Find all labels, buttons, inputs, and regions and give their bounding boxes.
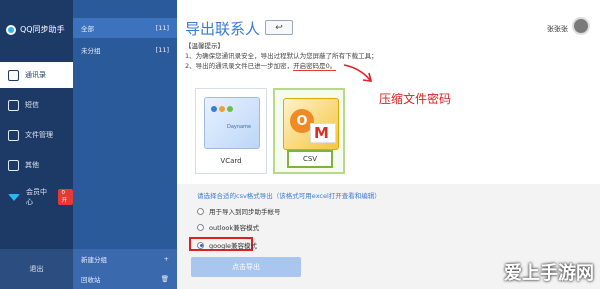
vcard-dot-icon [219,106,225,112]
radio-button[interactable] [197,241,204,249]
tip-line-2: 2、导出的通讯录文件已进一步加密，开启密码是0。 [185,60,337,71]
option-sync-account[interactable]: 用于导入到同步助手帐号 [197,206,281,216]
message-icon [8,99,19,111]
sidebar-item-label: 文件管理 [25,131,53,139]
csv-outlook-gmail-icon: O M [283,98,339,150]
annotation-arrow-icon [343,64,373,82]
tip-line-2-text: 2、导出的通讯录文件已进一步加密， [185,62,294,70]
sidebar-item-label: 会员中心 [26,188,47,206]
gmail-icon: M [310,123,336,143]
new-group-button[interactable]: 新建分组 + [73,249,177,269]
sidebar: QQ同步助手 通讯录 短信 文件管理 其他 会员中心 0开 退出 [0,0,73,289]
option-google[interactable]: google兼容模式 [197,240,257,250]
option-label: google兼容模式 [209,242,258,250]
app-window: QQ同步助手 通讯录 短信 文件管理 其他 会员中心 0开 退出 全部 [11] [0,0,600,289]
sidebar-item-messages[interactable]: 短信 [0,92,73,118]
option-label: outlook兼容模式 [209,224,260,232]
format-label: CSV [302,155,318,163]
radio-button[interactable] [197,207,204,215]
group-label: 未分组 [81,47,101,55]
sidebar-item-files[interactable]: 文件管理 [0,122,73,148]
vcard-preview-text: Dayname [227,124,252,130]
sidebar-item-contacts[interactable]: 通讯录 [0,62,73,88]
back-arrow-icon: ↩ [275,22,283,33]
group-list: 全部 [11] 未分组 [11] 新建分组 + 回收站 🗑 [73,0,177,289]
password-hint: 开启密码是0。 [293,62,337,71]
tips-title: 【温馨提示】 [185,42,224,50]
vcard-dot-icon [227,106,233,112]
option-outlook[interactable]: outlook兼容模式 [197,222,259,232]
sidebar-item-other[interactable]: 其他 [0,152,73,178]
qq-sync-logo-icon [6,24,16,35]
format-label-highlight: CSV [287,150,333,168]
annotation-text: 压缩文件密码 [379,92,452,106]
recycle-bin-button[interactable]: 回收站 🗑 [73,269,177,289]
group-count: [11] [155,24,169,32]
export-button[interactable]: 点击导出 [191,257,301,277]
grid-icon [8,159,19,171]
page-title: 导出联系人 [185,20,261,38]
back-button[interactable]: ↩ [265,20,293,35]
format-card-csv[interactable]: O M CSV [273,88,345,174]
vcard-dot-icon [211,106,217,112]
radio-button[interactable] [197,223,204,231]
avatar[interactable] [572,17,590,35]
logout-button[interactable]: 退出 [0,249,73,289]
group-label: 全部 [81,25,94,33]
options-title: 请选择合适的csv格式导出（该格式可用excel打开查看和编辑） [197,192,381,200]
plus-icon: + [163,255,169,263]
app-name: QQ同步助手 [20,25,65,34]
group-row-all[interactable]: 全部 [11] [73,18,177,38]
group-count: [11] [155,46,169,54]
contacts-icon [8,69,19,81]
group-row-ungrouped[interactable]: 未分组 [11] [73,40,177,60]
group-footer: 新建分组 + 回收站 🗑 [73,249,177,289]
new-group-label: 新建分组 [81,256,107,264]
vip-badge: 0开 [58,189,73,205]
export-panel: 导出联系人 ↩ 张张张 【温馨提示】 1、为确保您通讯录安全，导出过程默认为您屏… [177,0,600,289]
user-name: 张张张 [547,25,568,33]
app-logo: QQ同步助手 [6,24,65,35]
trash-icon: 🗑 [160,275,169,283]
sidebar-item-vip[interactable]: 会员中心 0开 [0,184,73,210]
folder-icon [8,129,19,141]
format-label: VCard [220,157,242,165]
diamond-icon [8,193,20,201]
format-card-vcard[interactable]: Dayname VCard [195,88,267,174]
sidebar-item-label: 其他 [25,161,39,169]
sidebar-item-label: 通讯录 [25,71,46,79]
sidebar-item-label: 短信 [25,101,39,109]
vcard-icon: Dayname [204,97,260,149]
tip-line-1: 1、为确保您通讯录安全，导出过程默认为您屏蔽了所有下载工具； [185,52,378,60]
option-label: 用于导入到同步助手帐号 [209,208,281,216]
watermark: 爱上手游网 [504,263,594,284]
recycle-bin-label: 回收站 [81,276,101,284]
